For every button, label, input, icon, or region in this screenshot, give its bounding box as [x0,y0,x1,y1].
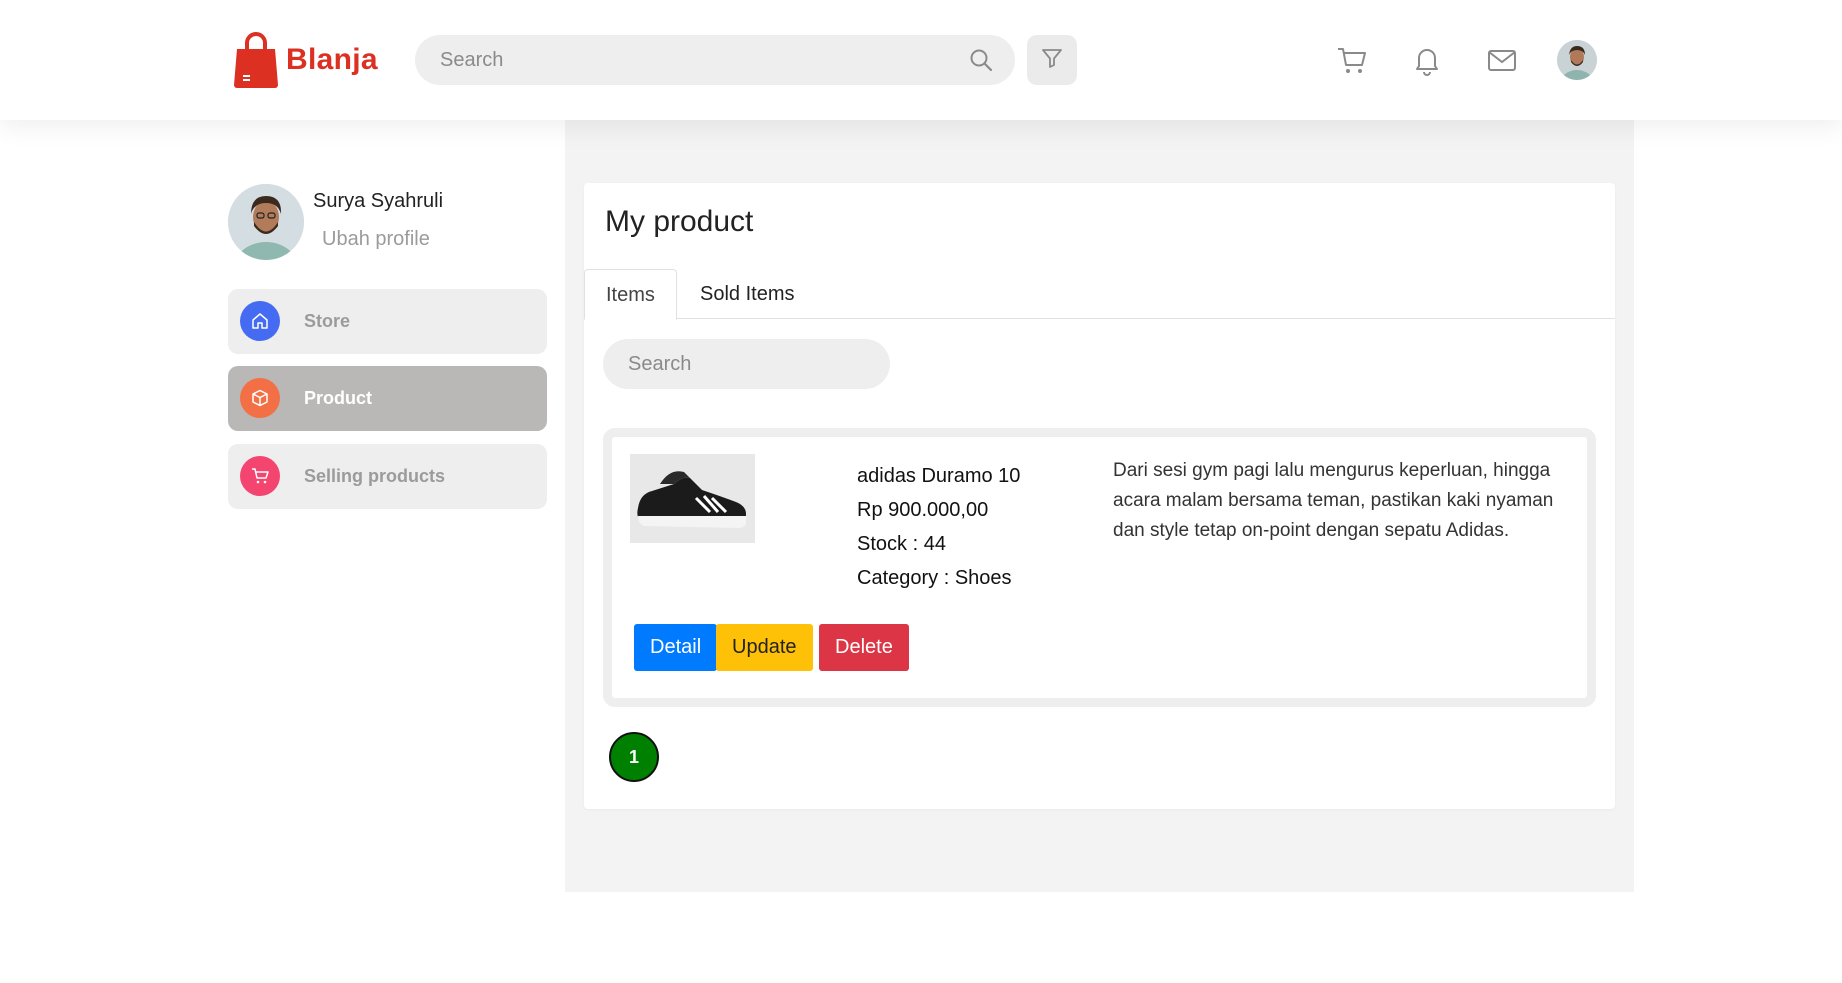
search-icon[interactable] [969,48,993,72]
product-tabs: Items Sold Items [584,269,1615,320]
my-product-panel: My product Items Sold Items adidas Duram… [584,183,1615,809]
home-icon [240,301,280,341]
delete-button[interactable]: Delete [819,624,909,671]
box-icon [240,378,280,418]
product-image [630,454,755,543]
sidebar-item-label: Selling products [304,466,446,486]
sidebar-item-selling-products[interactable]: Selling products [228,444,547,509]
sidebar-item-label: Store [304,311,351,331]
tab-items[interactable]: Items [584,269,677,320]
filter-button[interactable] [1027,35,1077,85]
brand-logo[interactable]: Blanja [232,31,378,89]
sidebar-item-store[interactable]: Store [228,289,547,354]
pagination-page-button[interactable]: 1 [609,732,659,782]
product-name: adidas Duramo 10 [857,465,1021,487]
page-title: My product [605,205,754,238]
tab-sold-items[interactable]: Sold Items [679,269,815,320]
cart-icon [240,456,280,496]
product-price: Rp 900.000,00 [857,499,989,521]
sidebar-item-label: Product [304,388,373,408]
bell-icon[interactable] [1411,44,1443,76]
product-description: Dari sesi gym pagi lalu mengurus keperlu… [1113,460,1554,541]
brand-name: Blanja [286,43,378,76]
cart-icon[interactable] [1336,44,1368,76]
product-stock: Stock : 44 [857,533,946,555]
update-button[interactable]: Update [716,624,813,671]
mail-icon[interactable] [1486,44,1518,76]
detail-button[interactable]: Detail [634,624,718,671]
edit-profile-link[interactable]: Ubah profile [322,228,430,251]
top-navbar: Blanja [0,0,1842,120]
header-search [415,35,1015,85]
filter-icon [1040,46,1064,75]
product-info: adidas Duramo 10 Rp 900.000,00 Stock : 4… [857,459,1020,595]
sidebar-item-product[interactable]: Product [228,366,547,431]
profile-avatar [228,184,304,260]
profile-name: Surya Syahruli [313,190,444,212]
product-search-input[interactable] [603,339,890,389]
header-search-input[interactable] [440,35,960,85]
user-avatar[interactable] [1557,40,1597,80]
shopping-bag-icon [232,31,280,89]
product-card: adidas Duramo 10 Rp 900.000,00 Stock : 4… [603,428,1596,707]
product-category: Category : Shoes [857,567,1012,589]
